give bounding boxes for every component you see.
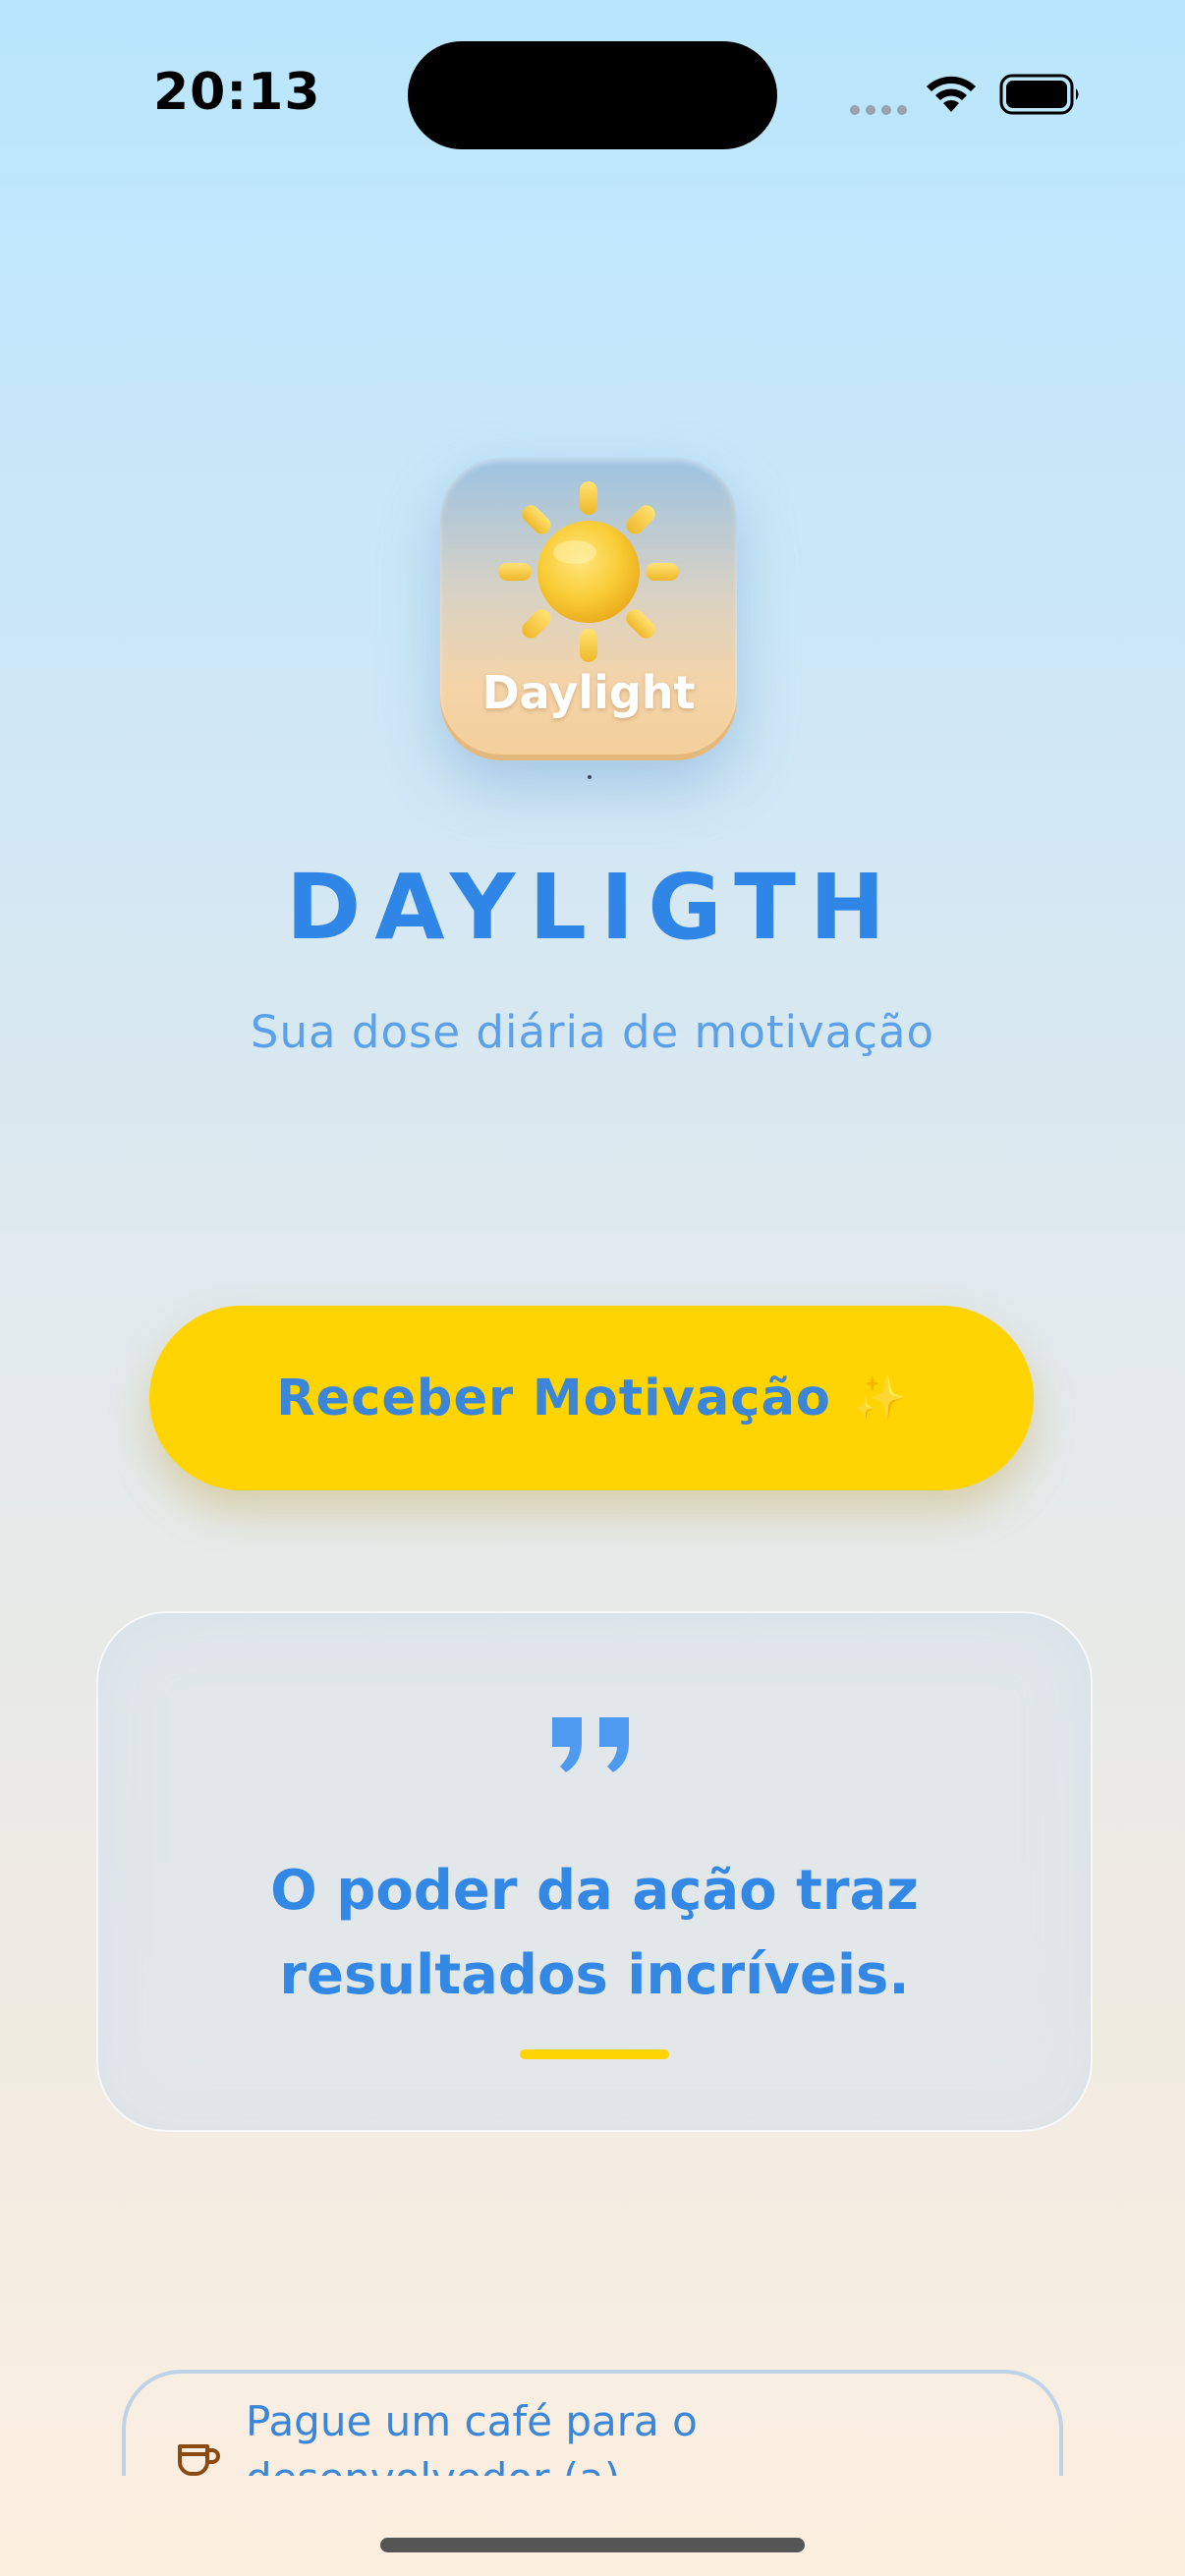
coffee-cup-icon xyxy=(178,2444,220,2476)
receive-motivation-label: Receber Motivação xyxy=(276,1369,831,1428)
page-indicator-dot xyxy=(588,775,592,779)
cellular-signal-icon xyxy=(850,105,907,115)
buy-coffee-label: Pague um café para o desenvolvedor (a) xyxy=(246,2397,698,2476)
receive-motivation-button[interactable]: Receber Motivação ✨ xyxy=(149,1306,1034,1490)
status-time: 20:13 xyxy=(153,63,321,122)
tagline: Sua dose diária de motivação xyxy=(250,1006,935,1058)
status-bar: 20:13 xyxy=(0,0,1185,187)
quote-underline xyxy=(520,2049,669,2059)
quote-icon xyxy=(552,1717,629,1772)
app-icon-label: Daylight xyxy=(481,666,696,719)
quote-card: O poder da ação traz resultados incrívei… xyxy=(96,1611,1093,2132)
home-indicator[interactable] xyxy=(380,2538,805,2552)
quote-text: O poder da ação traz resultados incrívei… xyxy=(270,1859,919,2007)
sparkles-icon: ✨ xyxy=(852,1373,907,1424)
battery-icon xyxy=(999,74,1079,115)
donate-area: Pague um café para o desenvolvedor (a) xyxy=(0,2348,1185,2476)
buy-coffee-button[interactable]: Pague um café para o desenvolvedor (a) xyxy=(122,2370,1063,2476)
wifi-icon xyxy=(927,76,976,112)
app-icon: Daylight xyxy=(440,458,737,760)
dynamic-island xyxy=(408,41,777,149)
app-title: DAYLIGTH xyxy=(286,855,899,960)
